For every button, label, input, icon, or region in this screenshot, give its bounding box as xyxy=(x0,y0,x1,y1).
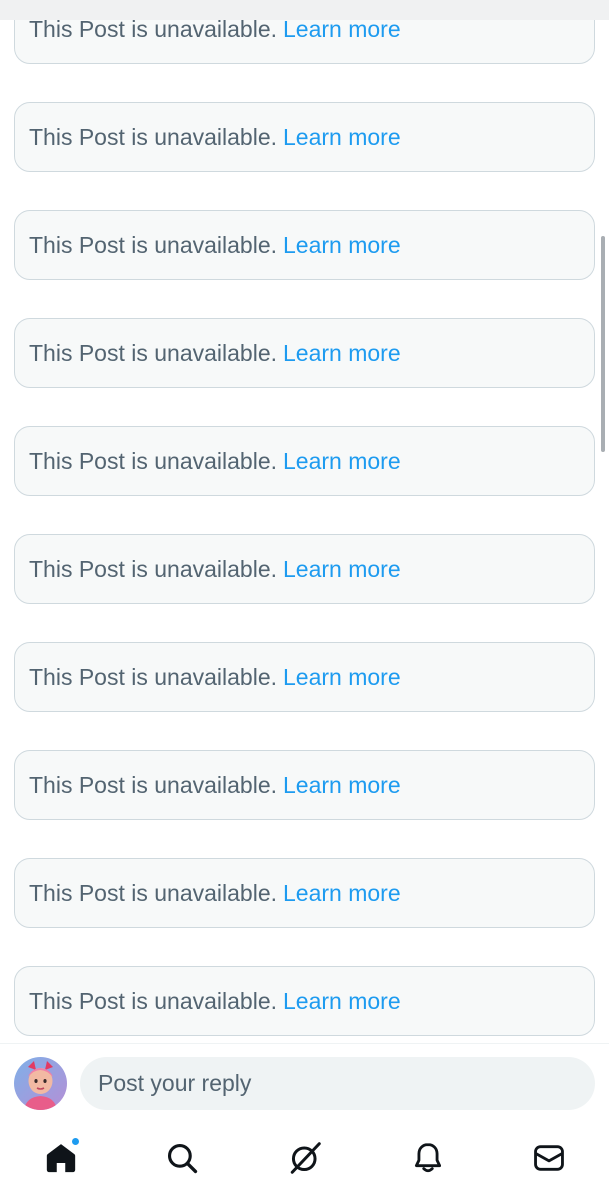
app-root: This Post is unavailable. Learn more Thi… xyxy=(0,0,609,1200)
learn-more-link[interactable]: Learn more xyxy=(283,880,401,907)
tab-home[interactable] xyxy=(38,1135,84,1181)
unavailable-post-notice: This Post is unavailable. Learn more xyxy=(14,750,595,820)
unavailable-post-notice: This Post is unavailable. Learn more xyxy=(14,102,595,172)
notice-message: This Post is unavailable. xyxy=(29,663,278,690)
notice-message: This Post is unavailable. xyxy=(29,987,278,1014)
tab-search[interactable] xyxy=(159,1135,205,1181)
unavailable-post-notice: This Post is unavailable. Learn more xyxy=(14,210,595,280)
tab-messages[interactable] xyxy=(526,1135,572,1181)
unavailable-post-notice: This Post is unavailable. Learn more xyxy=(14,858,595,928)
user-avatar[interactable] xyxy=(14,1057,67,1110)
replies-feed[interactable]: This Post is unavailable. Learn more Thi… xyxy=(0,0,609,1043)
learn-more-link[interactable]: Learn more xyxy=(283,124,401,151)
search-icon xyxy=(167,1143,198,1174)
learn-more-link[interactable]: Learn more xyxy=(283,664,401,691)
unavailable-post-notice: This Post is unavailable. Learn more xyxy=(14,966,595,1036)
unavailable-post-notice: This Post is unavailable. Learn more xyxy=(14,642,595,712)
avatar-image xyxy=(14,1057,67,1110)
tab-notifications[interactable] xyxy=(405,1135,451,1181)
notice-message: This Post is unavailable. xyxy=(29,339,278,366)
notice-message: This Post is unavailable. xyxy=(29,771,278,798)
bell-icon xyxy=(414,1143,442,1173)
status-area xyxy=(0,0,609,20)
unavailable-post-notice: This Post is unavailable. Learn more xyxy=(14,426,595,496)
learn-more-link[interactable]: Learn more xyxy=(283,448,401,475)
reply-composer xyxy=(0,1043,609,1123)
notice-message: This Post is unavailable. xyxy=(29,123,278,150)
bottom-tab-bar xyxy=(0,1123,609,1200)
notice-message: This Post is unavailable. xyxy=(29,555,278,582)
learn-more-link[interactable]: Learn more xyxy=(283,556,401,583)
learn-more-link[interactable]: Learn more xyxy=(283,340,401,367)
unavailable-post-notice: This Post is unavailable. Learn more xyxy=(14,318,595,388)
notice-message: This Post is unavailable. xyxy=(29,447,278,474)
grok-icon xyxy=(290,1142,321,1174)
learn-more-link[interactable]: Learn more xyxy=(283,988,401,1015)
tab-grok[interactable] xyxy=(282,1135,328,1181)
unavailable-post-notice: This Post is unavailable. Learn more xyxy=(14,534,595,604)
home-icon xyxy=(46,1144,76,1173)
notice-message: This Post is unavailable. xyxy=(29,879,278,906)
reply-input[interactable] xyxy=(80,1057,595,1110)
notification-dot xyxy=(71,1137,80,1146)
learn-more-link[interactable]: Learn more xyxy=(283,232,401,259)
mail-icon xyxy=(534,1145,564,1171)
scrollbar-thumb[interactable] xyxy=(601,236,605,452)
notice-message: This Post is unavailable. xyxy=(29,231,278,258)
learn-more-link[interactable]: Learn more xyxy=(283,772,401,799)
